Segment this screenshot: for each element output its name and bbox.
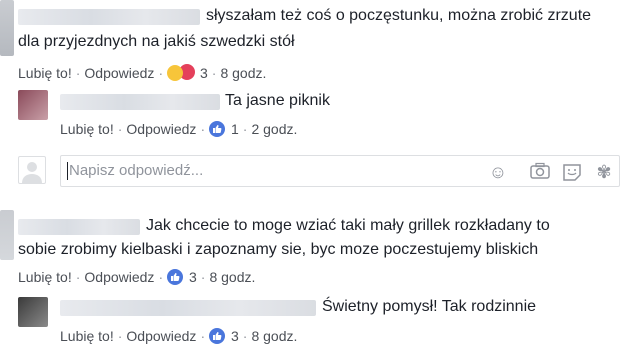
thumbs-up-icon [209, 121, 226, 137]
reaction-count: 3 [231, 328, 239, 344]
reply-link[interactable]: Odpowiedz [84, 65, 154, 81]
comment-actions: Lubię to! · Odpowiedz · 3 · 8 godz. [18, 63, 267, 81]
reaction-count: 1 [231, 121, 239, 137]
timestamp[interactable]: 8 godz. [209, 269, 255, 285]
avatar[interactable] [0, 0, 14, 56]
avatar[interactable] [18, 90, 48, 120]
comment-actions: Lubię to! · Odpowiedz · 3 · 8 godz. [18, 269, 256, 285]
reactions[interactable]: 3 [209, 328, 239, 344]
comment-text: Świetny pomysł! Tak rodzinnie [322, 298, 537, 315]
timestamp[interactable]: 8 godz. [251, 328, 297, 344]
comment-text-line-1: Jak chcecie to moge wziać taki mały gril… [146, 217, 550, 234]
comment-text-line-2: dla przyjezdnych na jakiś szwedzki stół [18, 33, 295, 50]
reply-link[interactable]: Odpowiedz [84, 269, 154, 285]
user-avatar [18, 156, 46, 184]
comment-text-line-2: sobie zrobimy kielbaski i zapoznamy sie,… [18, 241, 539, 258]
thumbs-up-icon [167, 269, 184, 285]
reaction-count: 3 [189, 269, 197, 285]
text-cursor [67, 162, 68, 180]
reactions[interactable]: 1 [209, 121, 239, 137]
author-name-blurred[interactable] [60, 94, 220, 110]
reply-input[interactable]: Napisz odpowiedź... ☺ ✾ [60, 155, 620, 187]
default-avatar-icon [22, 162, 42, 183]
timestamp[interactable]: 8 godz. [220, 65, 266, 81]
flower-icon[interactable]: ✾ [593, 162, 615, 182]
timestamp[interactable]: 2 godz. [251, 121, 297, 137]
like-link[interactable]: Lubię to! [18, 65, 72, 81]
comment-actions: Lubię to! · Odpowiedz · 3 · 8 godz. [60, 328, 298, 344]
thumbs-up-icon [209, 328, 226, 344]
camera-icon[interactable] [529, 162, 551, 182]
author-name-blurred[interactable] [18, 219, 140, 235]
smiley-icon[interactable]: ☺ [487, 162, 509, 182]
author-name-blurred[interactable] [60, 300, 316, 316]
comment-actions: Lubię to! · Odpowiedz · 1 · 2 godz. [60, 121, 298, 137]
reply-link[interactable]: Odpowiedz [126, 328, 196, 344]
reply-link[interactable]: Odpowiedz [126, 121, 196, 137]
avatar[interactable] [18, 297, 48, 327]
like-link[interactable]: Lubię to! [18, 269, 72, 285]
like-link[interactable]: Lubię to! [60, 121, 114, 137]
haha-reaction-icon [167, 65, 184, 81]
sticker-icon[interactable] [561, 162, 583, 182]
reply-placeholder: Napisz odpowiedź... [69, 162, 204, 179]
reaction-count: 3 [200, 65, 208, 81]
avatar[interactable] [0, 210, 14, 260]
comment-text-line-1: słyszałam też coś o poczęstunku, można z… [206, 7, 592, 24]
author-name-blurred[interactable] [18, 9, 200, 25]
reactions[interactable]: 3 [167, 269, 197, 285]
reactions[interactable]: 3 [167, 63, 208, 81]
divider [0, 200, 620, 201]
like-link[interactable]: Lubię to! [60, 328, 114, 344]
comment-text: Ta jasne piknik [225, 92, 330, 109]
